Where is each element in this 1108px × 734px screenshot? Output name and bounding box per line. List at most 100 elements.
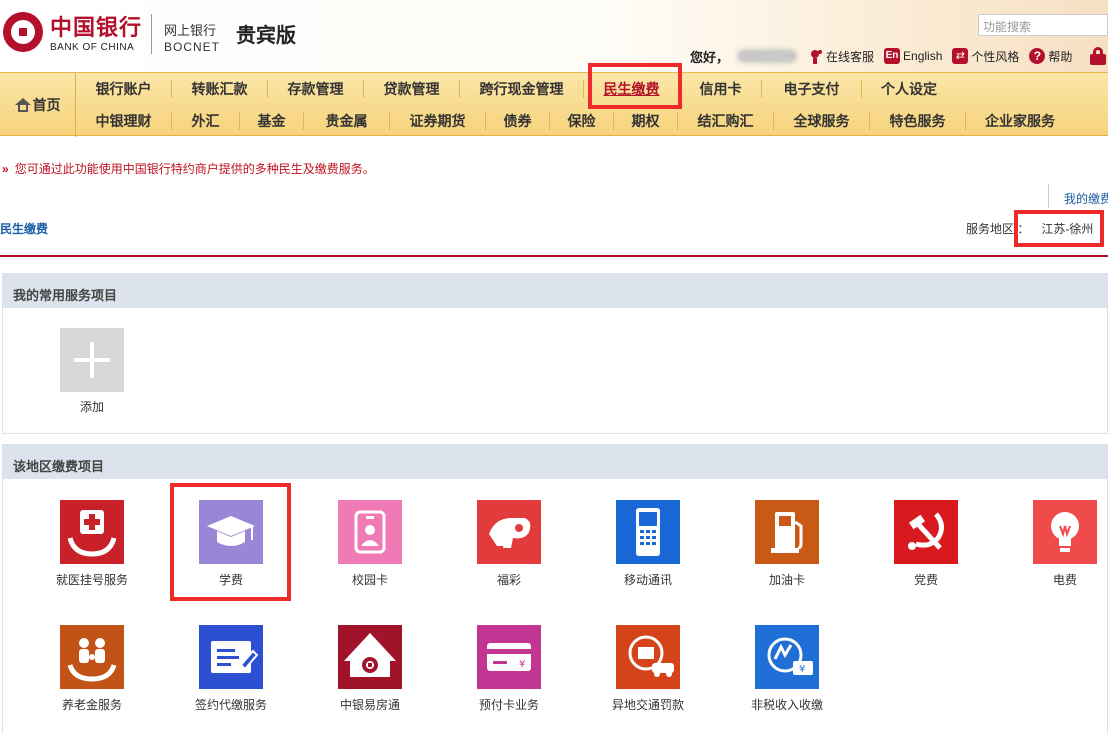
- nav-item-bank-account[interactable]: 银行账户: [76, 80, 172, 98]
- help-link[interactable]: ? 帮助: [1029, 48, 1072, 65]
- service-campus-card[interactable]: 校园卡: [310, 500, 430, 588]
- help-icon: ?: [1029, 48, 1046, 64]
- top-links: 您好， 在线客服 En English ⇄ 个性风格 ? 帮助: [690, 46, 1107, 66]
- hospital-icon: [60, 500, 124, 564]
- nav-item-fund[interactable]: 基金: [240, 112, 304, 130]
- highlight-tuition: [170, 483, 291, 601]
- nav-row-1: 银行账户 转账汇款 存款管理 贷款管理 跨行现金管理 民生缴费 信用卡 电子支付…: [76, 73, 956, 105]
- nav-home[interactable]: 首页: [0, 73, 76, 137]
- service-label: 电费: [1052, 573, 1077, 587]
- nav-home-label: 首页: [32, 97, 61, 113]
- bank-name-cn: 网上银行: [164, 23, 217, 38]
- service-label: 签约代缴服务: [194, 698, 267, 712]
- nav-item-cash-management[interactable]: 跨行现金管理: [460, 80, 584, 98]
- style-label: 个性风格: [971, 49, 1020, 64]
- nav-item-insurance[interactable]: 保险: [550, 112, 614, 130]
- nav-item-forex[interactable]: 外汇: [172, 112, 240, 130]
- service-label: 养老金服务: [61, 698, 122, 712]
- nav-item-e-payment[interactable]: 电子支付: [762, 80, 862, 98]
- logo-english: BANK OF CHINA: [50, 42, 135, 53]
- svg-text:¥: ¥: [799, 664, 805, 675]
- nav-item-bonds[interactable]: 债券: [486, 112, 550, 130]
- service-non-tax[interactable]: ¥ 非税收入收缴: [727, 625, 847, 713]
- service-label: 福彩: [496, 573, 521, 587]
- service-electricity[interactable]: 电费: [1005, 500, 1108, 588]
- house-icon: [338, 625, 402, 689]
- service-label: 加油卡: [768, 573, 805, 587]
- header: 中国银行 BANK OF CHINA 网上银行 BOCNET 贵宾版 功能搜索 …: [0, 0, 1108, 72]
- lock-icon[interactable]: [1090, 47, 1107, 65]
- service-label: 中银易房通: [339, 698, 400, 712]
- add-service-button[interactable]: [60, 328, 124, 392]
- service-hospital[interactable]: 就医挂号服务: [32, 500, 152, 588]
- home-icon: [14, 98, 31, 112]
- service-lottery[interactable]: 福彩: [449, 500, 569, 588]
- service-traffic-fine[interactable]: 异地交通罚款: [588, 625, 708, 713]
- english-link[interactable]: En English: [884, 48, 942, 64]
- greeting: 您好，: [690, 49, 730, 65]
- logo-chinese: 中国银行: [50, 15, 143, 41]
- nav-item-transfer[interactable]: 转账汇款: [172, 80, 268, 98]
- fuel-pump-icon: [755, 500, 819, 564]
- nav-item-entrepreneur[interactable]: 企业家服务: [966, 112, 1074, 130]
- service-mobile[interactable]: 移动通讯: [588, 500, 708, 588]
- online-service-link[interactable]: 在线客服: [807, 48, 874, 65]
- edition-title: 贵宾版: [236, 25, 296, 47]
- svg-text:¥: ¥: [519, 659, 525, 670]
- nav-item-fx-settlement[interactable]: 结汇购汇: [678, 112, 774, 130]
- nav-row-2: 中银理财 外汇 基金 贵金属 证券期货 债券 保险 期权 结汇购汇 全球服务 特…: [76, 105, 1074, 137]
- add-service-label: 添加: [79, 400, 104, 414]
- tax-icon: ¥: [755, 625, 819, 689]
- service-label: 异地交通罚款: [611, 698, 684, 712]
- service-label: 党费: [913, 573, 938, 587]
- nav-item-deposit[interactable]: 存款管理: [268, 80, 364, 98]
- nav-item-global-service[interactable]: 全球服务: [774, 112, 870, 130]
- nav-item-personal-settings[interactable]: 个人设定: [862, 80, 956, 98]
- function-search-input[interactable]: 功能搜索: [978, 14, 1108, 36]
- nav-item-credit-card[interactable]: 信用卡: [680, 80, 762, 98]
- service-label: 校园卡: [351, 573, 388, 587]
- service-prepaid-card[interactable]: ¥ 预付卡业务: [449, 625, 569, 713]
- service-label: 移动通讯: [623, 573, 672, 587]
- help-label: 帮助: [1048, 49, 1073, 64]
- traffic-fine-icon: [616, 625, 680, 689]
- english-icon: En: [884, 48, 901, 64]
- mobile-phone-icon: [616, 500, 680, 564]
- family-icon: [60, 625, 124, 689]
- nav-item-precious-metal[interactable]: 贵金属: [304, 112, 390, 130]
- lottery-icon: [477, 500, 541, 564]
- service-label: 就医挂号服务: [55, 573, 128, 587]
- service-fuel-card[interactable]: 加油卡: [727, 500, 847, 588]
- notice-arrow-icon: »: [2, 162, 9, 176]
- notice-bar: » 您可通过此功能使用中国银行特约商户提供的多种民生及缴费服务。: [0, 160, 375, 177]
- username-masked: [737, 49, 798, 63]
- prepaid-card-icon: ¥: [477, 625, 541, 689]
- logo-divider: [151, 14, 152, 54]
- service-label: 非税收入收缴: [750, 698, 823, 712]
- common-services-panel: 我的常用服务项目 添加: [2, 273, 1108, 434]
- online-service-label: 在线客服: [826, 49, 875, 64]
- swap-icon: ⇄: [952, 48, 969, 64]
- section-divider: [0, 255, 1108, 257]
- nav-item-special-service[interactable]: 特色服务: [870, 112, 966, 130]
- notice-text: 您可通过此功能使用中国银行特约商户提供的多种民生及缴费服务。: [14, 162, 375, 176]
- nav-item-securities[interactable]: 证券期货: [390, 112, 486, 130]
- light-bulb-icon: [1033, 500, 1097, 564]
- service-housing[interactable]: 中银易房通: [310, 625, 430, 713]
- section-title: 民生缴费: [0, 222, 49, 236]
- nav-item-wealth[interactable]: 中银理财: [76, 112, 172, 130]
- service-pension[interactable]: 养老金服务: [32, 625, 152, 713]
- main-nav: 首页 银行账户 转账汇款 存款管理 贷款管理 跨行现金管理 民生缴费 信用卡 电…: [0, 72, 1108, 137]
- party-emblem-icon: [894, 500, 958, 564]
- nav-item-options[interactable]: 期权: [614, 112, 678, 130]
- id-badge-icon: [338, 500, 402, 564]
- nav-item-loan[interactable]: 贷款管理: [364, 80, 460, 98]
- common-services-title: 我的常用服务项目: [3, 274, 1107, 308]
- my-payments-tab[interactable]: 我的缴费: [1048, 184, 1108, 208]
- region-services-panel: 该地区缴费项目 就医挂号服务 学费 校园卡 福彩 移动通讯 加油卡 党费 电费 …: [2, 444, 1108, 734]
- service-label: 预付卡业务: [478, 698, 539, 712]
- service-party-fee[interactable]: 党费: [866, 500, 986, 588]
- style-link[interactable]: ⇄ 个性风格: [952, 48, 1019, 65]
- service-contract-payment[interactable]: 签约代缴服务: [171, 625, 291, 713]
- highlight-region: [1014, 210, 1104, 247]
